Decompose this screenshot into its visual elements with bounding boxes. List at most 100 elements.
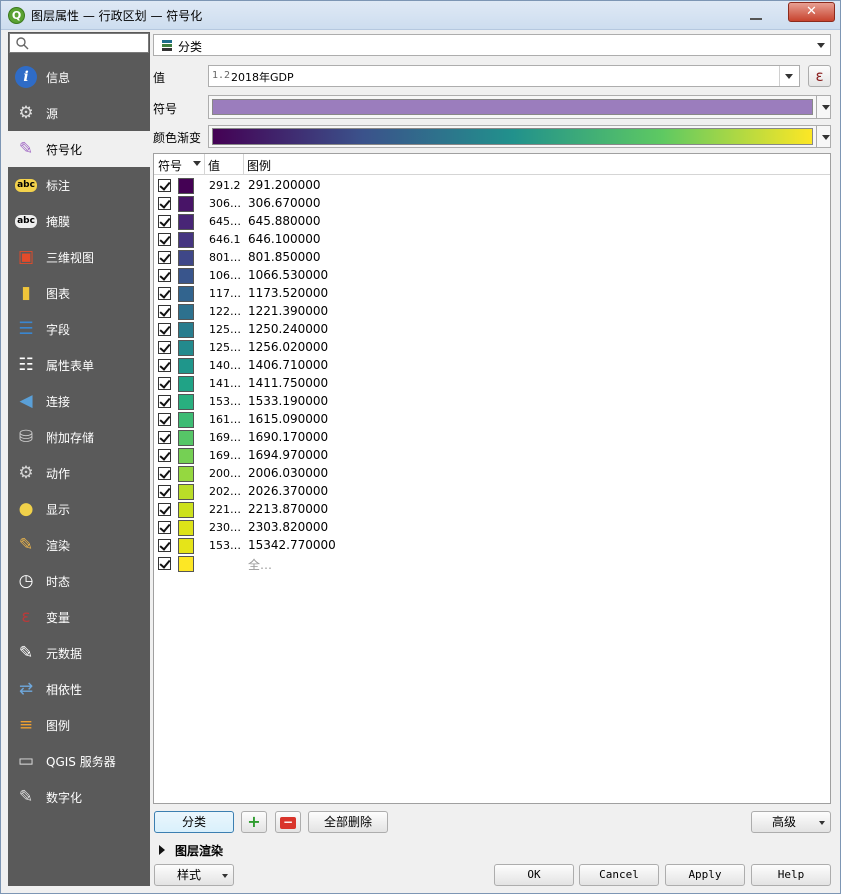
- sidebar-item-diagram[interactable]: ▮ 图表: [8, 275, 150, 311]
- class-symbol-swatch[interactable]: [178, 322, 194, 338]
- class-value[interactable]: 141…: [209, 377, 243, 390]
- class-visibility-checkbox[interactable]: [158, 377, 171, 390]
- sidebar-item-actions[interactable]: ⚙ 动作: [8, 455, 150, 491]
- cancel-button[interactable]: Cancel: [579, 864, 659, 886]
- class-value[interactable]: 291.2: [209, 179, 243, 192]
- class-legend[interactable]: 2006.030000: [248, 466, 328, 480]
- table-row[interactable]: 230… 2303.820000: [154, 519, 830, 537]
- class-visibility-checkbox[interactable]: [158, 305, 171, 318]
- table-row[interactable]: 141… 1411.750000: [154, 375, 830, 393]
- sidebar-item-mask[interactable]: abc 掩膜: [8, 203, 150, 239]
- class-legend[interactable]: 646.100000: [248, 232, 321, 246]
- table-row[interactable]: 169… 1690.170000: [154, 429, 830, 447]
- ok-button[interactable]: OK: [494, 864, 574, 886]
- value-field-combo[interactable]: 1.2 2018年GDP: [208, 65, 800, 87]
- class-legend[interactable]: 2213.870000: [248, 502, 328, 516]
- class-symbol-swatch[interactable]: [178, 358, 194, 374]
- class-value[interactable]: 169…: [209, 431, 243, 444]
- sidebar-item-joins[interactable]: ◀ 连接: [8, 383, 150, 419]
- sidebar-item-legend[interactable]: ≡ 图例: [8, 707, 150, 743]
- table-row[interactable]: 117… 1173.520000: [154, 285, 830, 303]
- class-legend[interactable]: 1250.240000: [248, 322, 328, 336]
- table-row[interactable]: 140… 1406.710000: [154, 357, 830, 375]
- class-legend[interactable]: 801.850000: [248, 250, 321, 264]
- class-symbol-swatch[interactable]: [178, 304, 194, 320]
- class-visibility-checkbox[interactable]: [158, 467, 171, 480]
- class-symbol-swatch[interactable]: [178, 196, 194, 212]
- class-visibility-checkbox[interactable]: [158, 323, 171, 336]
- class-value[interactable]: 202…: [209, 485, 243, 498]
- column-header-value[interactable]: 值: [208, 157, 220, 174]
- class-visibility-checkbox[interactable]: [158, 179, 171, 192]
- class-symbol-swatch[interactable]: [178, 178, 194, 194]
- table-row[interactable]: 153… 15342.770000: [154, 537, 830, 555]
- class-legend[interactable]: 15342.770000: [248, 538, 336, 552]
- class-legend[interactable]: 1690.170000: [248, 430, 328, 444]
- class-value[interactable]: 125…: [209, 323, 243, 336]
- class-legend[interactable]: 1256.020000: [248, 340, 328, 354]
- class-legend[interactable]: 1411.750000: [248, 376, 328, 390]
- sidebar-item-3d-view[interactable]: ▣ 三维视图: [8, 239, 150, 275]
- expression-button[interactable]: ε: [808, 65, 831, 87]
- class-value[interactable]: 153…: [209, 539, 243, 552]
- class-symbol-swatch[interactable]: [178, 376, 194, 392]
- close-button[interactable]: ✕: [788, 2, 835, 22]
- table-row[interactable]: 122… 1221.390000: [154, 303, 830, 321]
- sidebar-item-dependencies[interactable]: ⇄ 相依性: [8, 671, 150, 707]
- class-value[interactable]: 125…: [209, 341, 243, 354]
- sidebar-item-symbology[interactable]: ✎ 符号化: [8, 131, 150, 167]
- sidebar-item-attributes-form[interactable]: ☷ 属性表单: [8, 347, 150, 383]
- class-symbol-swatch[interactable]: [178, 412, 194, 428]
- class-value[interactable]: 646.1: [209, 233, 243, 246]
- class-legend[interactable]: 1694.970000: [248, 448, 328, 462]
- class-visibility-checkbox[interactable]: [158, 449, 171, 462]
- class-symbol-swatch[interactable]: [178, 466, 194, 482]
- class-value[interactable]: 801…: [209, 251, 243, 264]
- class-legend[interactable]: 306.670000: [248, 196, 321, 210]
- minimize-button[interactable]: [743, 18, 769, 22]
- class-symbol-swatch[interactable]: [178, 394, 194, 410]
- class-visibility-checkbox[interactable]: [158, 215, 171, 228]
- class-legend[interactable]: 2303.820000: [248, 520, 328, 534]
- table-row[interactable]: 202… 2026.370000: [154, 483, 830, 501]
- sidebar-item-source[interactable]: ⚙ 源: [8, 95, 150, 131]
- sidebar-search-input[interactable]: [9, 33, 149, 53]
- class-legend[interactable]: 1173.520000: [248, 286, 328, 300]
- class-value[interactable]: 645…: [209, 215, 243, 228]
- sidebar-item-display[interactable]: ● 显示: [8, 491, 150, 527]
- style-button[interactable]: 样式: [154, 864, 234, 886]
- advanced-button[interactable]: 高级: [751, 811, 831, 833]
- class-legend[interactable]: 1533.190000: [248, 394, 328, 408]
- class-visibility-checkbox[interactable]: [158, 485, 171, 498]
- class-legend[interactable]: 1221.390000: [248, 304, 328, 318]
- class-visibility-checkbox[interactable]: [158, 341, 171, 354]
- class-value[interactable]: 106…: [209, 269, 243, 282]
- sidebar-item-metadata[interactable]: ✎ 元数据: [8, 635, 150, 671]
- class-visibility-checkbox[interactable]: [158, 539, 171, 552]
- class-symbol-swatch[interactable]: [178, 214, 194, 230]
- class-visibility-checkbox[interactable]: [158, 395, 171, 408]
- sidebar-item-auxiliary-storage[interactable]: ⛁ 附加存储: [8, 419, 150, 455]
- class-legend[interactable]: 645.880000: [248, 214, 321, 228]
- class-value[interactable]: 140…: [209, 359, 243, 372]
- class-symbol-swatch[interactable]: [178, 340, 194, 356]
- remove-class-button[interactable]: −: [275, 811, 301, 833]
- class-symbol-swatch[interactable]: [178, 268, 194, 284]
- class-symbol-swatch[interactable]: [178, 232, 194, 248]
- sidebar-item-qgis-server[interactable]: ▭ QGIS 服务器: [8, 743, 150, 779]
- class-value[interactable]: 200…: [209, 467, 243, 480]
- sidebar-item-digitizing[interactable]: ✎ 数字化: [8, 779, 150, 815]
- class-visibility-checkbox[interactable]: [158, 251, 171, 264]
- renderer-type-combo[interactable]: 分类: [153, 34, 831, 56]
- class-value[interactable]: 161…: [209, 413, 243, 426]
- class-value[interactable]: 230…: [209, 521, 243, 534]
- table-row[interactable]: 646.1 646.100000: [154, 231, 830, 249]
- column-header-symbol[interactable]: 符号: [158, 157, 182, 174]
- table-row[interactable]: 153… 1533.190000: [154, 393, 830, 411]
- table-row[interactable]: 306… 306.670000: [154, 195, 830, 213]
- sidebar-item-info[interactable]: i 信息: [8, 59, 150, 95]
- classify-button[interactable]: 分类: [154, 811, 234, 833]
- class-symbol-swatch[interactable]: [178, 538, 194, 554]
- class-value[interactable]: 153…: [209, 395, 243, 408]
- table-row[interactable]: 645… 645.880000: [154, 213, 830, 231]
